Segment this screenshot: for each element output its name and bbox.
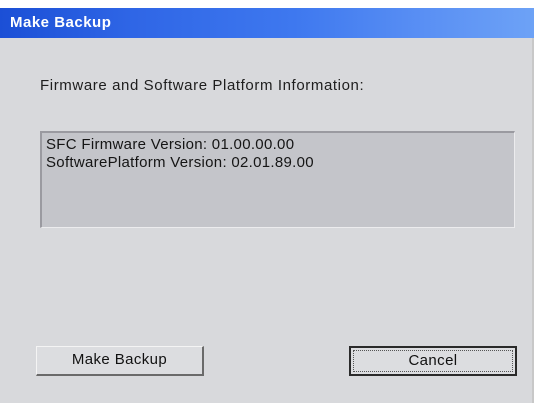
cancel-button[interactable]: Cancel <box>349 346 517 376</box>
window-title: Make Backup <box>10 14 112 31</box>
make-backup-button[interactable]: Make Backup <box>36 346 204 376</box>
make-backup-dialog: Make Backup Firmware and Software Platfo… <box>0 8 534 403</box>
platform-info-label: Firmware and Software Platform Informati… <box>40 77 365 94</box>
version-info-box: SFC Firmware Version: 01.00.00.00 Softwa… <box>40 131 515 228</box>
firmware-version-text: SFC Firmware Version: 01.00.00.00 <box>46 136 295 153</box>
cancel-button-label: Cancel <box>408 352 458 369</box>
make-backup-button-label: Make Backup <box>71 351 168 368</box>
title-bar[interactable]: Make Backup <box>0 8 534 38</box>
software-platform-version-text: SoftwarePlatform Version: 02.01.89.00 <box>46 154 314 171</box>
